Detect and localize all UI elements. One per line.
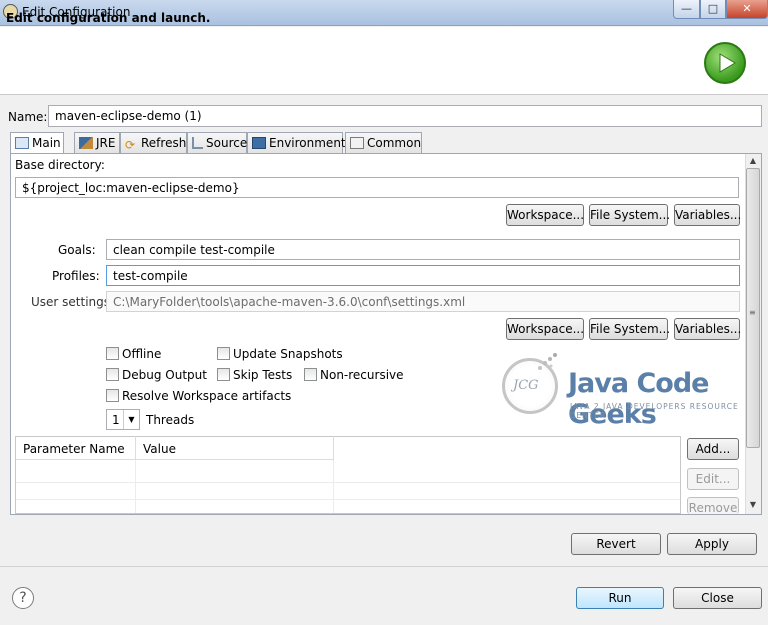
column-header-value[interactable]: Value (136, 436, 334, 460)
name-input[interactable]: maven-eclipse-demo (1) (48, 105, 762, 127)
tab-label: Common (367, 136, 422, 150)
edit-parameter-button[interactable]: Edit... (687, 468, 739, 490)
main-tab-icon (15, 137, 29, 149)
tab-main[interactable]: Main (10, 132, 64, 154)
tab-common[interactable]: Common (345, 132, 422, 153)
tab-label: Main (32, 136, 61, 150)
help-icon[interactable]: ? (12, 587, 34, 609)
tab-source[interactable]: Source (187, 132, 247, 153)
scroll-down-icon[interactable]: ▼ (745, 498, 761, 512)
non-recursive-checkbox[interactable] (304, 368, 317, 381)
column-divider (333, 460, 334, 513)
goals-label: Goals: (58, 243, 96, 257)
settings-file-system-button[interactable]: File System... (589, 318, 670, 340)
refresh-icon: ⟳ (125, 138, 136, 152)
column-divider (135, 460, 136, 513)
resolve-workspace-label: Resolve Workspace artifacts (122, 389, 292, 403)
maximize-button[interactable]: □ (700, 0, 726, 19)
base-workspace-button[interactable]: Workspace... (506, 204, 584, 226)
tab-label: JRE (96, 136, 116, 150)
scroll-up-icon[interactable]: ▲ (745, 154, 761, 168)
tab-label: Refresh (141, 136, 187, 150)
close-window-button[interactable]: ✕ (726, 0, 768, 19)
goals-field[interactable]: clean compile test-compile (106, 239, 740, 260)
logo-dots-icon (538, 353, 557, 370)
profiles-label: Profiles: (52, 269, 100, 283)
header-title: Edit configuration and launch. (6, 11, 211, 25)
remove-parameter-button[interactable]: Remove (687, 497, 739, 514)
logo-title: Java Code Geeks (568, 368, 710, 430)
source-icon (192, 137, 203, 149)
tab-jre[interactable]: JRE (74, 132, 120, 153)
logo-mark: JCG (513, 378, 539, 393)
run-button[interactable]: Run (576, 587, 664, 609)
name-label: Name: (8, 110, 48, 124)
base-variables-button[interactable]: Variables... (674, 204, 741, 226)
base-file-system-button[interactable]: File System... (589, 204, 670, 226)
revert-button[interactable]: Revert (571, 533, 661, 555)
chevron-down-icon[interactable]: ▼ (123, 410, 139, 429)
apply-button[interactable]: Apply (667, 533, 757, 555)
settings-workspace-button[interactable]: Workspace... (506, 318, 584, 340)
update-snapshots-checkbox[interactable] (217, 347, 230, 360)
add-parameter-button[interactable]: Add... (687, 438, 739, 460)
logo-subtitle: JAVA 2 JAVA DEVELOPERS RESOURCE CENTER (570, 402, 739, 420)
debug-output-label: Debug Output (122, 368, 207, 382)
tab-refresh[interactable]: ⟳ Refresh (120, 132, 187, 153)
common-icon (350, 137, 364, 149)
tab-label: Source (206, 136, 248, 150)
non-recursive-label: Non-recursive (320, 368, 404, 382)
offline-checkbox[interactable] (106, 347, 119, 360)
close-button[interactable]: Close (673, 587, 762, 609)
minimize-button[interactable]: — (673, 0, 700, 19)
update-snapshots-label: Update Snapshots (233, 347, 343, 361)
skip-tests-label: Skip Tests (233, 368, 293, 382)
jre-icon (79, 137, 93, 149)
environment-icon (252, 137, 266, 149)
debug-output-checkbox[interactable] (106, 368, 119, 381)
tab-label: Environment (269, 136, 346, 150)
tab-environment[interactable]: Environment (247, 132, 346, 153)
settings-variables-button[interactable]: Variables... (674, 318, 741, 340)
divider (0, 566, 768, 567)
table-row[interactable] (16, 499, 680, 500)
resolve-workspace-checkbox[interactable] (106, 389, 119, 402)
column-header-parameter-name[interactable]: Parameter Name (16, 436, 136, 460)
threads-label: Threads (146, 413, 195, 427)
offline-label: Offline (122, 347, 162, 361)
base-directory-label: Base directory: (15, 158, 105, 172)
user-settings-label: User settings: (31, 295, 115, 309)
scrollbar-grip-icon: ≡ (749, 308, 756, 317)
base-directory-field[interactable]: ${project_loc:maven-eclipse-demo} (15, 177, 739, 198)
user-settings-field[interactable]: C:\MaryFolder\tools\apache-maven-3.6.0\c… (106, 291, 740, 312)
table-row[interactable] (16, 482, 680, 483)
run-icon (704, 42, 746, 84)
skip-tests-checkbox[interactable] (217, 368, 230, 381)
profiles-field[interactable]: test-compile (106, 265, 740, 286)
dialog-header (0, 27, 768, 95)
